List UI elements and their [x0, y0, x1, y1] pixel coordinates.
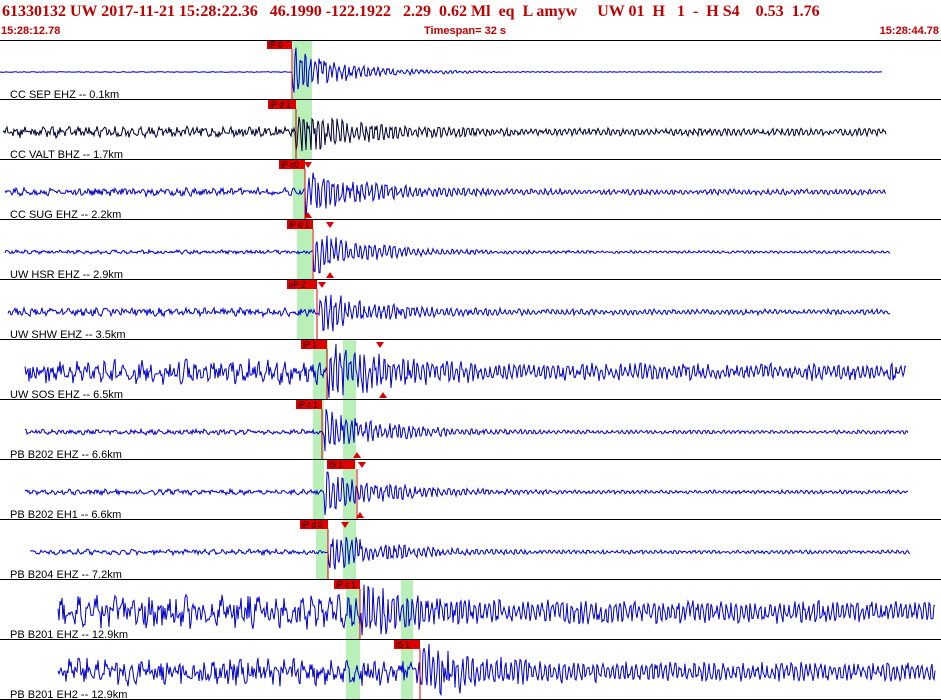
pick-window — [313, 460, 324, 520]
pick-label: iP d 1 — [289, 221, 310, 230]
trace-row[interactable]: iP d 1CC VALT BHZ -- 1.7km — [0, 100, 941, 161]
phase-marker — [318, 282, 326, 288]
phase-marker — [379, 392, 387, 398]
phase-marker — [358, 462, 366, 468]
seismogram-panel[interactable]: iP 0CC SEP EHZ -- 0.1kmiP d 1CC VALT BHZ… — [0, 40, 941, 700]
start-time: 15:28:12.78 — [1, 25, 61, 37]
pick-label: iP c 1 — [336, 581, 356, 590]
trace-row[interactable]: iP d 0PB B204 EHZ -- 7.2km — [0, 520, 941, 581]
pick-window — [343, 340, 356, 400]
phase-marker — [326, 272, 334, 278]
time-axis-row: 15:28:12.78 Timespan= 32 s 15:28:44.78 — [0, 24, 941, 38]
pick-label: iP c 1 — [298, 401, 318, 410]
phase-marker — [304, 162, 312, 168]
waveform — [2, 116, 887, 152]
end-time: 15:28:44.78 — [879, 25, 939, 37]
waveform — [4, 172, 887, 219]
trace-row[interactable]: iP c 1PB B201 EHZ -- 12.9km — [0, 580, 941, 641]
pick-label: iP 1 — [303, 341, 317, 350]
trace-row[interactable]: iS 1 PB B201 EH2 -- 12.9km — [0, 640, 941, 700]
event-header: 61330132 UW 2017-11-21 15:28:22.36 46.19… — [0, 0, 941, 40]
trace-row[interactable]: iP 1UW SOS EHZ -- 6.5km — [0, 340, 941, 401]
waveform — [24, 471, 909, 516]
pick-label: eP 2 — [289, 281, 306, 290]
station-label: PB B201 EH2 -- 12.9km — [10, 689, 127, 700]
waveform — [24, 343, 907, 398]
waveform — [24, 409, 909, 452]
pick-label: iS 1 — [396, 641, 410, 650]
trace-row[interactable]: iP d 1UW HSR EHZ -- 2.9km — [0, 220, 941, 281]
trace-row[interactable]: iS 1PB B202 EH1 -- 6.6km — [0, 460, 941, 521]
waveform — [4, 235, 891, 274]
trace-row[interactable]: iP c 1PB B202 EHZ -- 6.6km — [0, 400, 941, 461]
waveform — [57, 584, 936, 636]
timespan-label: Timespan= 32 s — [424, 25, 507, 37]
waveform — [0, 47, 882, 93]
waveform — [7, 294, 891, 332]
pick-label: iP d 1 — [270, 101, 291, 110]
waveform — [57, 643, 936, 697]
trace-row[interactable]: iP c0CC SUG EHZ -- 2.2km — [0, 160, 941, 221]
trace-row[interactable]: iP 0CC SEP EHZ -- 0.1km — [0, 40, 941, 101]
waveform — [29, 536, 911, 570]
event-summary-line: 61330132 UW 2017-11-21 15:28:22.36 46.19… — [2, 3, 820, 20]
pick-label: iS 1 — [329, 461, 343, 470]
trace-row[interactable]: eP 2UW SHW EHZ -- 3.5km — [0, 280, 941, 341]
pick-label: iP d 0 — [302, 521, 323, 530]
pick-window — [343, 520, 356, 580]
pick-label: iP c0 — [281, 161, 299, 170]
pick-label: iP 0 — [269, 41, 283, 50]
phase-marker — [326, 222, 334, 228]
phase-marker — [376, 342, 384, 348]
